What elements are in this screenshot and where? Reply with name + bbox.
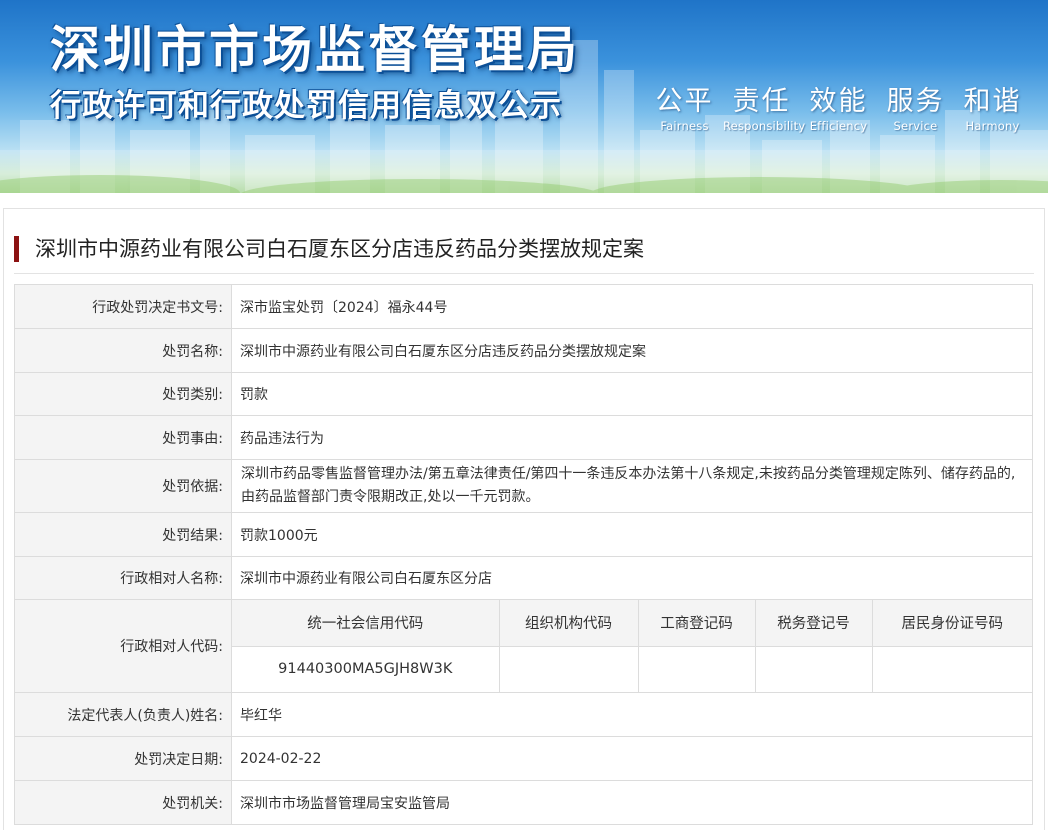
slogan-harmony: 和谐 Harmony [954,86,1031,134]
slogan-en: Harmony [965,119,1020,133]
slogan-cn: 公平 [655,86,714,117]
category-value: 罚款 [231,372,1033,416]
result-label: 处罚结果: [14,512,232,557]
party-code-label: 行政相对人代码: [14,599,232,693]
code-header-biz: 工商登记码 [637,600,756,647]
party-name-value: 深圳市中源药业有限公司白石厦东区分店 [231,556,1033,600]
code-value-tax [754,645,873,692]
case-name-value: 深圳市中源药业有限公司白石厦东区分店违反药品分类摆放规定案 [231,328,1033,373]
table-row: 行政相对人代码: 统一社会信用代码 组织机构代码 工商登记码 税务登记号 居民身… [14,599,1033,693]
table-row: 处罚机关: 深圳市市场监督管理局宝安监管局 [14,780,1033,825]
table-row: 行政相对人名称: 深圳市中源药业有限公司白石厦东区分店 [14,556,1033,600]
slogan-en: Efficiency [809,119,868,133]
penalty-info-table: 行政处罚决定书文号: 深市监宝处罚〔2024〕福永44号 处罚名称: 深圳市中源… [14,284,1033,825]
code-value-org [498,645,639,692]
decision-date-value: 2024-02-22 [231,736,1033,781]
code-header-org: 组织机构代码 [498,600,639,647]
page-title: 深圳市中源药业有限公司白石厦东区分店违反药品分类摆放规定案 [14,227,1034,274]
title-accent-bar [14,236,19,262]
table-row: 处罚类别: 罚款 [14,372,1033,416]
slogan-cn: 效能 [809,86,868,117]
table-row: 处罚事由: 药品违法行为 [14,415,1033,460]
header-banner: 深圳市市场监督管理局 行政许可和行政处罚信用信息双公示 公平 Fairness … [0,0,1048,193]
reason-value: 药品违法行为 [231,415,1033,460]
code-value-uscc: 91440300MA5GJH8W3K [232,645,500,692]
slogan-cn: 服务 [886,86,945,117]
party-code-table: 统一社会信用代码 组织机构代码 工商登记码 税务登记号 居民身份证号码 9144… [232,600,1032,692]
authority-value: 深圳市市场监督管理局宝安监管局 [231,780,1033,825]
slogan-fairness: 公平 Fairness [646,86,723,134]
slogan-group: 公平 Fairness 责任 Responsibility 效能 Efficie… [646,86,1031,134]
page-title-text: 深圳市中源药业有限公司白石厦东区分店违反药品分类摆放规定案 [35,237,644,261]
category-label: 处罚类别: [14,372,232,416]
case-name-label: 处罚名称: [14,328,232,373]
slogan-responsibility: 责任 Responsibility [723,86,806,134]
code-value-biz [637,645,756,692]
table-row: 处罚结果: 罚款1000元 [14,512,1033,557]
slogan-cn: 责任 [732,86,791,117]
code-value-row: 91440300MA5GJH8W3K [232,645,1032,692]
result-value: 罚款1000元 [231,512,1033,557]
code-header-tax: 税务登记号 [754,600,873,647]
slogan-en: Service [893,119,938,133]
legal-rep-value: 毕红华 [231,692,1033,737]
authority-label: 处罚机关: [14,780,232,825]
code-value-id [871,645,1032,692]
site-subtitle: 行政许可和行政处罚信用信息双公示 [50,88,562,124]
slogan-efficiency: 效能 Efficiency [800,86,877,134]
party-name-label: 行政相对人名称: [14,556,232,600]
slogan-en: Fairness [660,119,709,133]
table-row: 处罚依据: 深圳市药品零售监督管理办法/第五章法律责任/第四十一条违反本办法第十… [14,459,1033,513]
decision-date-label: 处罚决定日期: [14,736,232,781]
code-header-id: 居民身份证号码 [871,600,1032,647]
code-header-uscc: 统一社会信用代码 [232,600,500,647]
slogan-service: 服务 Service [877,86,954,134]
slogan-cn: 和谐 [963,86,1022,117]
party-code-cell: 统一社会信用代码 组织机构代码 工商登记码 税务登记号 居民身份证号码 9144… [231,599,1033,693]
code-header-row: 统一社会信用代码 组织机构代码 工商登记码 税务登记号 居民身份证号码 [232,600,1032,647]
reason-label: 处罚事由: [14,415,232,460]
table-row: 处罚名称: 深圳市中源药业有限公司白石厦东区分店违反药品分类摆放规定案 [14,328,1033,373]
legal-rep-label: 法定代表人(负责人)姓名: [14,692,232,737]
table-row: 处罚决定日期: 2024-02-22 [14,736,1033,781]
detail-panel: 深圳市中源药业有限公司白石厦东区分店违反药品分类摆放规定案 行政处罚决定书文号:… [3,208,1045,830]
basis-value: 深圳市药品零售监督管理办法/第五章法律责任/第四十一条违反本办法第十八条规定,未… [231,459,1033,513]
decision-no-label: 行政处罚决定书文号: [14,284,232,329]
basis-label: 处罚依据: [14,459,232,513]
decision-no-value: 深市监宝处罚〔2024〕福永44号 [231,284,1033,329]
slogan-en: Responsibility [723,119,806,133]
site-title: 深圳市市场监督管理局 [50,21,580,79]
table-row: 法定代表人(负责人)姓名: 毕红华 [14,692,1033,737]
table-row: 行政处罚决定书文号: 深市监宝处罚〔2024〕福永44号 [14,284,1033,329]
